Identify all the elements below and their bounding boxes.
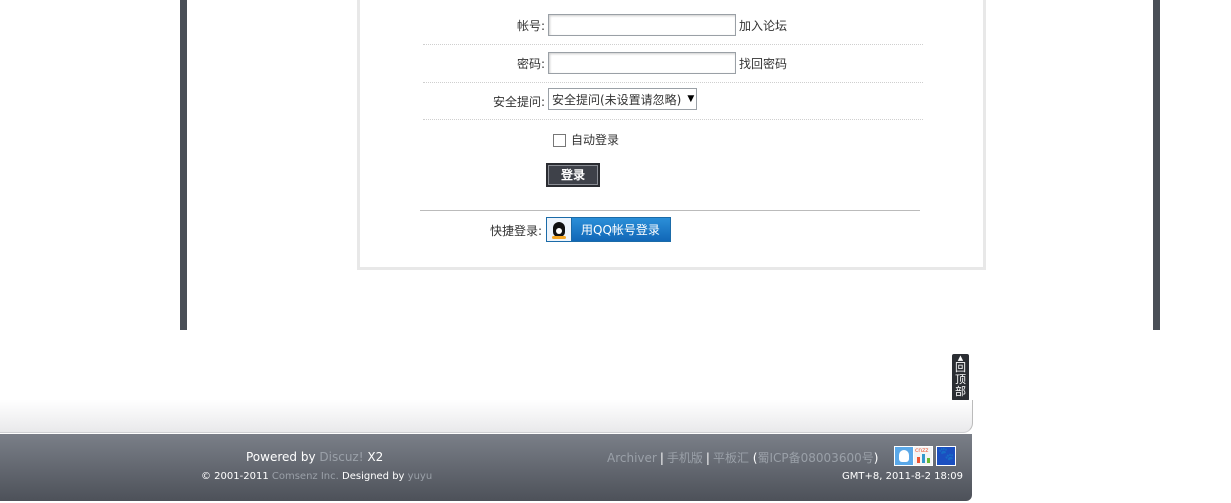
- security-question-row: 安全提问: 安全提问(未设置请忽略) ▼: [423, 82, 923, 120]
- discuz-link[interactable]: Discuz!: [319, 450, 363, 464]
- auto-login-row: 自动登录: [553, 131, 619, 148]
- qq-badge-icon[interactable]: [894, 446, 914, 466]
- password-label: 密码:: [516, 57, 545, 71]
- security-question-label: 安全提问:: [492, 95, 545, 109]
- designed-by: Designed by: [342, 471, 405, 482]
- powered-prefix: Powered by: [246, 450, 316, 464]
- comsenz-link[interactable]: Comsenz Inc.: [272, 471, 339, 482]
- username-row: 帐号: 加入论坛: [423, 7, 923, 45]
- footer-timestamp: GMT+8, 2011-8-2 18:09: [842, 471, 963, 482]
- login-panel: 帐号: 加入论坛 密码: 找回密码 安全提问: 安全提问(未设置请忽略) ▼ 自…: [357, 0, 986, 270]
- page-frame-left: [180, 0, 187, 330]
- qq-penguin-icon: [547, 218, 572, 241]
- powered-version: X2: [367, 450, 384, 464]
- dropdown-arrow-icon: ▼: [687, 94, 695, 104]
- designer-link[interactable]: yuyu: [408, 471, 433, 482]
- auto-login-label: 自动登录: [571, 133, 620, 147]
- quick-login-divider: [420, 210, 920, 211]
- page-frame-right: [1153, 0, 1160, 330]
- forgot-password-link[interactable]: 找回密码: [739, 55, 787, 72]
- copyright: © 2001-2011 Comsenz Inc. Designed by yuy…: [201, 471, 432, 482]
- register-link[interactable]: 加入论坛: [739, 17, 787, 34]
- back-to-top-button[interactable]: ▲ 回顶部: [952, 354, 969, 401]
- back-to-top-label: 回顶部: [955, 361, 966, 398]
- auto-login-checkbox[interactable]: [553, 134, 566, 147]
- icp-close: ): [873, 451, 879, 465]
- tablet-link[interactable]: 平板汇: [713, 451, 749, 465]
- cnzz-icon[interactable]: cnzz: [913, 446, 933, 466]
- footer-links: Archiver | 手机版 | 平板汇 (蜀ICP备08003600号): [607, 451, 879, 465]
- login-submit-button[interactable]: 登录: [546, 163, 600, 187]
- archiver-link[interactable]: Archiver: [607, 451, 657, 465]
- qq-login-label: 用QQ帐号登录: [581, 223, 660, 237]
- icp-link[interactable]: 蜀ICP备08003600号: [757, 451, 873, 465]
- username-input[interactable]: [548, 14, 736, 36]
- copyright-years: © 2001-2011: [201, 471, 269, 482]
- security-question-value: 安全提问(未设置请忽略): [552, 92, 682, 107]
- footer-top-band: [0, 400, 973, 433]
- password-input[interactable]: [548, 52, 736, 74]
- cnzz-label: cnzz: [915, 447, 929, 454]
- username-label: 帐号:: [516, 19, 545, 33]
- footer: Powered by Discuz! X2 © 2001-2011 Comsen…: [0, 434, 972, 501]
- security-question-select[interactable]: 安全提问(未设置请忽略) ▼: [548, 88, 698, 110]
- baidu-icon[interactable]: [936, 446, 956, 466]
- qq-login-button[interactable]: 用QQ帐号登录: [546, 217, 671, 242]
- quick-login-label: 快捷登录:: [490, 224, 543, 238]
- powered-by: Powered by Discuz! X2: [246, 450, 383, 464]
- mobile-link[interactable]: 手机版: [667, 451, 703, 465]
- password-row: 密码: 找回密码: [423, 45, 923, 83]
